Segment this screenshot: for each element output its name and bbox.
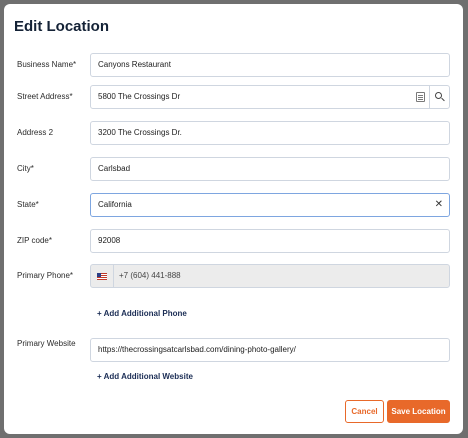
address-search-button[interactable] [429, 86, 449, 108]
edit-location-modal: Edit Location Business Name* Canyons Res… [4, 4, 463, 434]
address2-label: Address 2 [17, 128, 54, 137]
close-icon[interactable]: ✕ [435, 194, 443, 216]
zip-value[interactable]: 92008 [98, 230, 398, 252]
primary-phone-label: Primary Phone* [17, 271, 74, 280]
business-name-row: Business Name* Canyons Restaurant [4, 53, 463, 77]
business-name-value[interactable]: Canyons Restaurant [98, 54, 398, 76]
save-location-button[interactable]: Save Location [387, 400, 450, 423]
street-address-row: Street Address* 5800 The Crossings Dr [4, 85, 463, 109]
address2-value[interactable]: 3200 The Crossings Dr. [98, 122, 398, 144]
state-value[interactable]: California [98, 194, 398, 216]
city-row: City* Carlsbad [4, 157, 463, 181]
phone-divider [113, 265, 114, 287]
primary-website-row: Primary Website https://thecrossingsatca… [4, 338, 463, 362]
us-flag-icon[interactable] [97, 273, 107, 280]
primary-website-value[interactable]: https://thecrossingsatcarlsbad.com/dinin… [98, 339, 443, 361]
state-select[interactable]: California ✕ [90, 193, 450, 217]
zip-field[interactable]: 92008 [90, 229, 450, 253]
search-icon [435, 92, 442, 99]
state-label: State* [17, 200, 39, 209]
state-row: State* California ✕ [4, 193, 463, 217]
street-address-label: Street Address* [17, 92, 73, 101]
primary-website-field[interactable]: https://thecrossingsatcarlsbad.com/dinin… [90, 338, 450, 362]
primary-phone-field[interactable]: +7 (604) 441-888 [90, 264, 450, 288]
city-value[interactable]: Carlsbad [98, 158, 398, 180]
address2-field[interactable]: 3200 The Crossings Dr. [90, 121, 450, 145]
modal-title: Edit Location [14, 18, 109, 35]
address2-row: Address 2 3200 The Crossings Dr. [4, 121, 463, 145]
cancel-button[interactable]: Cancel [345, 400, 384, 423]
add-additional-website-link[interactable]: + Add Additional Website [97, 372, 193, 381]
zip-row: ZIP code* 92008 [4, 229, 463, 253]
zip-label: ZIP code* [17, 236, 52, 245]
business-name-label: Business Name* [17, 60, 77, 69]
street-address-field[interactable]: 5800 The Crossings Dr [90, 85, 450, 109]
primary-phone-value[interactable]: +7 (604) 441-888 [119, 265, 419, 287]
city-field[interactable]: Carlsbad [90, 157, 450, 181]
primary-phone-row: Primary Phone* +7 (604) 441-888 [4, 264, 463, 288]
address-card-icon[interactable] [416, 92, 425, 102]
business-name-field[interactable]: Canyons Restaurant [90, 53, 450, 77]
street-address-value[interactable]: 5800 The Crossings Dr [98, 86, 398, 108]
primary-website-label: Primary Website [17, 339, 76, 348]
city-label: City* [17, 164, 34, 173]
add-additional-phone-link[interactable]: + Add Additional Phone [97, 309, 187, 318]
